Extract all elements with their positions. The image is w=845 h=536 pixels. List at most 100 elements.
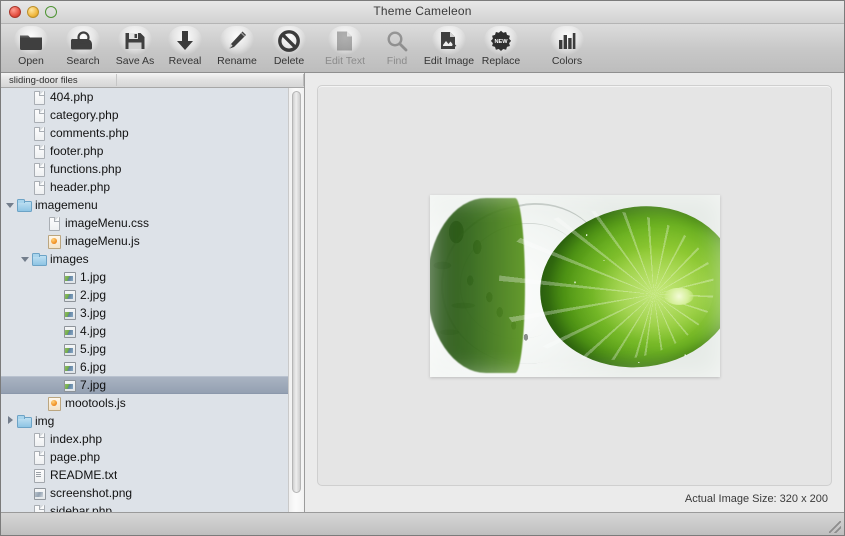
js-file-icon — [47, 396, 61, 411]
down-arrow-icon — [168, 26, 202, 55]
tree-row-label: index.php — [50, 432, 103, 446]
save-as-label: Save As — [115, 55, 155, 67]
delete-button[interactable]: Delete — [263, 26, 315, 67]
tree-row[interactable]: 404.php — [1, 88, 289, 106]
jpg-file-icon — [62, 288, 76, 303]
replace-label: Replace — [481, 55, 521, 67]
tree-row-label: img — [35, 414, 55, 428]
tree-row[interactable]: imagemenu — [1, 196, 289, 214]
tree-row-label: 4.jpg — [80, 324, 107, 338]
toolbar-group-palette: Colors — [541, 26, 593, 67]
column-header[interactable]: sliding-door files — [1, 73, 304, 88]
disclosure-triangle-icon[interactable] — [20, 254, 31, 265]
rename-button[interactable]: Rename — [211, 26, 263, 67]
tree-row-label: 7.jpg — [80, 378, 107, 392]
app-window: Theme Cameleon Open Search Save As Revea… — [0, 0, 845, 536]
tree-row[interactable]: category.php — [1, 106, 289, 124]
preview-image[interactable] — [429, 194, 720, 377]
document-edit-icon — [328, 26, 362, 55]
tree-row[interactable]: sidebar.php — [1, 502, 289, 512]
window-title: Theme Cameleon — [373, 4, 472, 18]
tree-row[interactable]: 1.jpg — [1, 268, 289, 286]
tree-row-selected[interactable]: 7.jpg — [1, 376, 289, 394]
tree-row-label: imageMenu.js — [65, 234, 140, 248]
tree-row[interactable]: page.php — [1, 448, 289, 466]
save-as-button[interactable]: Save As — [109, 26, 161, 67]
txt-file-icon — [32, 468, 46, 483]
tree-row-label: images — [50, 252, 89, 266]
tree-row-label: imageMenu.css — [65, 216, 150, 230]
jpg-file-icon — [62, 324, 76, 339]
disclosure-triangle-icon[interactable] — [5, 416, 16, 427]
tree-row-label: sidebar.php — [50, 504, 113, 512]
resize-grip[interactable] — [829, 521, 841, 533]
disclosure-triangle-icon[interactable] — [5, 200, 16, 211]
tree-row[interactable]: index.php — [1, 430, 289, 448]
colors-label: Colors — [551, 55, 583, 67]
tree-row[interactable]: screenshot.png — [1, 484, 289, 502]
find-label: Find — [386, 55, 408, 67]
sidebar-scrollbar-thumb[interactable] — [292, 91, 301, 493]
tree-row[interactable]: imageMenu.js — [1, 232, 289, 250]
content-area: sliding-door files 404.php category.php co… — [1, 73, 844, 512]
tree-row[interactable]: mootools.js — [1, 394, 289, 412]
tree-row-label: 404.php — [50, 90, 94, 104]
file-tree[interactable]: 404.php category.php comments.php footer.ph… — [1, 88, 289, 512]
jpg-file-icon — [62, 306, 76, 321]
tree-row-label: comments.php — [50, 126, 129, 140]
tree-row-label: footer.php — [50, 144, 104, 158]
tree-row[interactable]: images — [1, 250, 289, 268]
tree-row[interactable]: 6.jpg — [1, 358, 289, 376]
tree-row[interactable]: 3.jpg — [1, 304, 289, 322]
svg-text:NEW: NEW — [494, 39, 508, 45]
edit-image-label: Edit Image — [423, 55, 475, 67]
find-button[interactable]: Find — [371, 26, 423, 67]
tree-row[interactable]: img — [1, 412, 289, 430]
open-label: Open — [18, 55, 44, 67]
tree-row[interactable]: 5.jpg — [1, 340, 289, 358]
tree-row-label: 3.jpg — [80, 306, 107, 320]
prohibition-icon — [272, 26, 306, 55]
column-header-label: sliding-door files — [9, 74, 78, 86]
folder-icon — [14, 26, 48, 55]
php-file-icon — [32, 126, 46, 141]
colors-button[interactable]: Colors — [541, 26, 593, 67]
title-bar: Theme Cameleon — [1, 1, 844, 24]
tree-row[interactable]: imageMenu.css — [1, 214, 289, 232]
reveal-button[interactable]: Reveal — [159, 26, 211, 67]
tree-row[interactable]: 2.jpg — [1, 286, 289, 304]
search-button[interactable]: Search — [57, 26, 109, 67]
tree-row-label: functions.php — [50, 162, 122, 176]
search-label: Search — [66, 55, 100, 67]
tree-row[interactable]: README.txt — [1, 466, 289, 484]
php-file-icon — [32, 108, 46, 123]
column-divider[interactable] — [116, 74, 117, 86]
tree-row[interactable]: footer.php — [1, 142, 289, 160]
folder-icon — [17, 198, 32, 213]
toolbar-group-file: Open Search Save As — [5, 26, 161, 67]
open-button[interactable]: Open — [5, 26, 57, 67]
replace-button[interactable]: NEW Replace — [475, 26, 527, 67]
tree-row[interactable]: header.php — [1, 178, 289, 196]
jpg-file-icon — [62, 360, 76, 375]
edit-text-button[interactable]: Edit Text — [319, 26, 371, 67]
tree-row[interactable]: 4.jpg — [1, 322, 289, 340]
sidebar-scrollbar[interactable] — [288, 88, 304, 512]
tree-row[interactable]: functions.php — [1, 160, 289, 178]
tree-row-label: README.txt — [50, 468, 118, 482]
tree-row-label: screenshot.png — [50, 486, 133, 500]
php-file-icon — [32, 450, 46, 465]
tree-row-label: 6.jpg — [80, 360, 107, 374]
folder-icon — [17, 414, 32, 429]
tree-row-label: mootools.js — [65, 396, 126, 410]
edit-image-button[interactable]: Edit Image — [423, 26, 475, 67]
tree-row[interactable]: comments.php — [1, 124, 289, 142]
